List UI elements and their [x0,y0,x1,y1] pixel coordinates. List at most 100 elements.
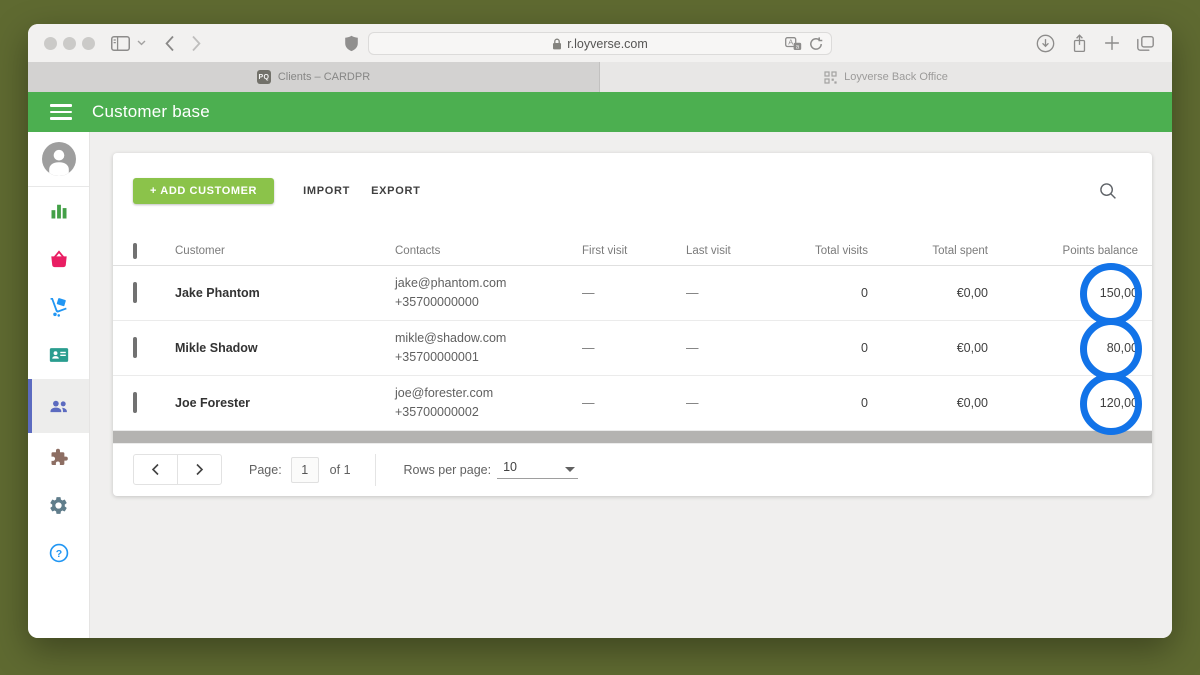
sidebar-item-settings[interactable] [28,481,89,529]
menu-icon[interactable] [50,104,72,120]
sidebar-item-items[interactable] [28,235,89,283]
first-visit-value: — [582,341,686,355]
sidebar-item-inventory[interactable] [28,283,89,331]
next-page-button[interactable] [177,454,222,485]
customers-people-icon [47,395,71,417]
loyverse-favicon [824,71,837,84]
row-checkbox[interactable] [133,337,137,358]
column-header-contacts: Contacts [395,245,582,257]
customer-name: Mikle Shadow [175,341,395,355]
customer-name: Jake Phantom [175,286,395,300]
translate-icon[interactable]: Aa [785,37,802,51]
customer-email: jake@phantom.com [395,274,582,293]
tab-label: Loyverse Back Office [844,71,948,83]
close-button[interactable] [44,37,57,50]
rows-per-page-label: Rows per page: [404,463,492,477]
sidebar-item-account[interactable] [28,132,89,187]
back-icon[interactable] [164,35,175,52]
first-visit-value: — [582,286,686,300]
svg-text:?: ? [55,548,61,560]
sidebar-item-integrations[interactable] [28,433,89,481]
column-header-last-visit: Last visit [686,245,790,257]
lock-icon [552,38,562,50]
gear-icon [48,495,69,516]
total-spent-value: €0,00 [868,396,988,410]
chevron-down-icon[interactable] [137,40,146,46]
caret-down-icon [565,467,575,472]
page-number-input[interactable] [291,457,319,483]
basket-icon [48,248,70,270]
previous-page-button[interactable] [133,454,178,485]
total-spent-value: €0,00 [868,286,988,300]
column-header-total-spent: Total spent [868,245,988,257]
points-balance-value: 80,00 [988,341,1138,355]
tab-overview-icon[interactable] [1137,36,1154,51]
url-text: r.loyverse.com [567,37,648,51]
share-icon[interactable] [1072,34,1087,53]
traffic-lights [44,37,95,50]
sidebar: ? [28,132,90,638]
divider [375,454,376,486]
customer-phone: +35700000001 [395,348,582,367]
customer-phone: +35700000002 [395,403,582,422]
customer-phone: +35700000000 [395,293,582,312]
cardpr-favicon: PQ [257,70,271,84]
browser-toolbar: r.loyverse.com Aa [28,24,1172,62]
sidebar-item-help[interactable]: ? [28,529,89,577]
last-visit-value: — [686,286,790,300]
reload-icon[interactable] [809,37,823,51]
total-spent-value: €0,00 [868,341,988,355]
tab-loyverse-back-office[interactable]: Loyverse Back Office [600,62,1172,92]
table-row[interactable]: Jake Phantom jake@phantom.com+3570000000… [113,266,1152,321]
zoom-button[interactable] [82,37,95,50]
column-header-points-balance: Points balance [988,245,1138,257]
import-button[interactable]: IMPORT [303,185,350,197]
search-icon[interactable] [1099,182,1117,200]
column-header-customer: Customer [175,245,395,257]
total-visits-value: 0 [790,286,868,300]
export-button[interactable]: EXPORT [371,185,420,197]
table-row[interactable]: Mikle Shadow mikle@shadow.com+3570000000… [113,321,1152,376]
bar-chart-icon [49,201,69,221]
forward-icon[interactable] [191,35,202,52]
customer-name: Joe Forester [175,396,395,410]
row-checkbox[interactable] [133,392,137,413]
page-title: Customer base [92,102,210,122]
help-icon: ? [48,542,70,564]
page-label: Page: [249,463,282,477]
tab-label: Clients – CARDPR [278,71,370,83]
sidebar-item-reports[interactable] [28,187,89,235]
contact-card-icon [48,344,70,366]
add-customer-button[interactable]: + ADD CUSTOMER [133,178,274,204]
horizontal-scrollbar[interactable] [113,431,1152,444]
last-visit-value: — [686,396,790,410]
customer-email: mikle@shadow.com [395,329,582,348]
table-row[interactable]: Joe Forester joe@forester.com+3570000000… [113,376,1152,431]
new-tab-icon[interactable] [1104,35,1120,51]
points-balance-value: 150,00 [988,286,1138,300]
hand-truck-icon [48,296,70,318]
total-visits-value: 0 [790,341,868,355]
privacy-shield-icon[interactable] [344,35,359,52]
total-visits-value: 0 [790,396,868,410]
page-total-label: of 1 [330,463,351,477]
sidebar-item-customers[interactable] [28,379,89,433]
main-content: + ADD CUSTOMER IMPORT EXPORT Customer Co… [90,132,1172,638]
downloads-icon[interactable] [1036,34,1055,53]
rows-per-page-value: 10 [503,460,517,474]
minimize-button[interactable] [63,37,76,50]
select-all-checkbox[interactable] [133,243,137,259]
rows-per-page-select[interactable]: 10 [497,460,578,479]
account-avatar-icon [42,142,76,176]
row-checkbox[interactable] [133,282,137,303]
card-toolbar: + ADD CUSTOMER IMPORT EXPORT [133,178,1132,204]
column-header-first-visit: First visit [582,245,686,257]
sidebar-item-employees[interactable] [28,331,89,379]
table-header-row: Customer Contacts First visit Last visit… [113,236,1152,266]
pagination-bar: Page: of 1 Rows per page: 10 [113,444,1152,495]
address-bar[interactable]: r.loyverse.com Aa [368,32,832,55]
tab-bar: PQ Clients – CARDPR Loyverse Back Office [28,62,1172,92]
tab-clients-cardpr[interactable]: PQ Clients – CARDPR [28,62,600,92]
column-header-total-visits: Total visits [790,245,868,257]
sidebar-toggle-icon[interactable] [111,36,130,51]
